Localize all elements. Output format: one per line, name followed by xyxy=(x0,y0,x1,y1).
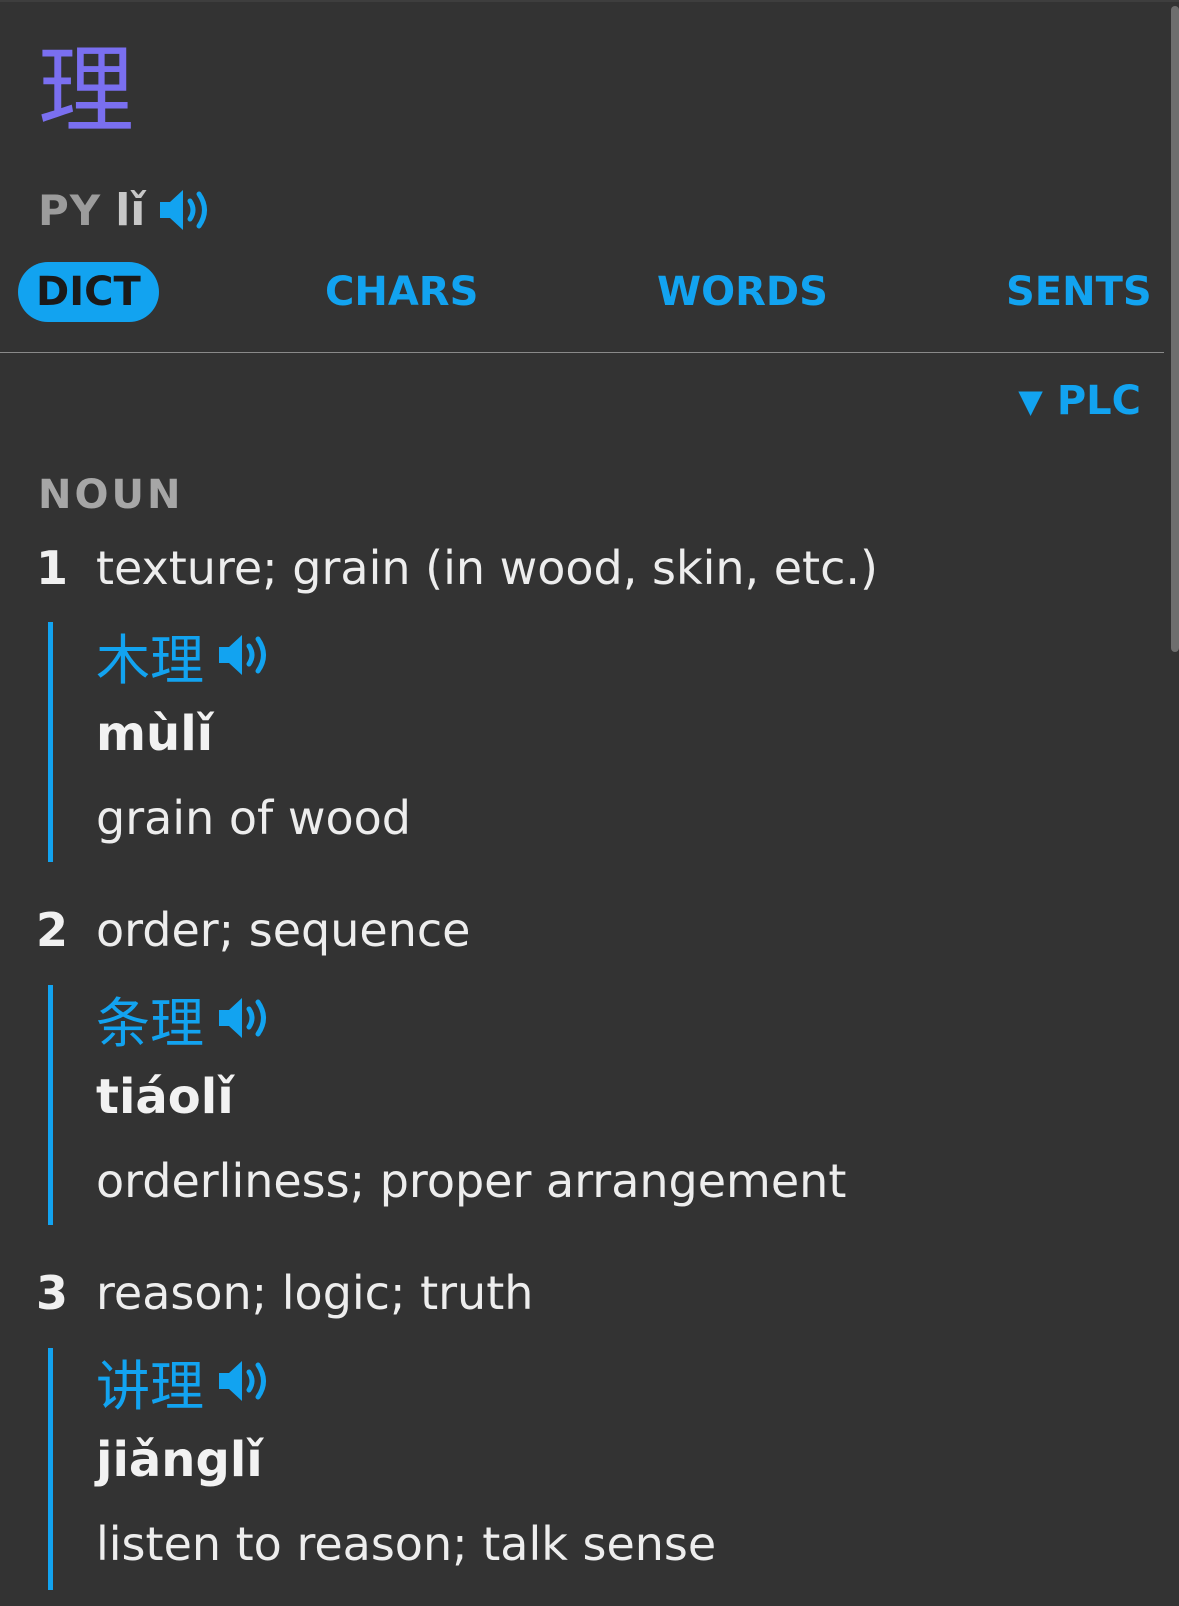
example-block: 木理 mùlǐ grain of wood xyxy=(48,622,1053,862)
example-gloss: grain of wood xyxy=(96,791,411,845)
example-block: 讲理 jiǎnglǐ listen to reason; talk sense xyxy=(48,1348,1053,1590)
example-pinyin: tiáolǐ xyxy=(96,1069,234,1125)
headword: 理 xyxy=(38,35,134,147)
scrollbar[interactable] xyxy=(1171,6,1179,652)
source-toggle[interactable]: ▼ PLC xyxy=(1018,378,1141,424)
example-pinyin: jiǎnglǐ xyxy=(96,1432,263,1488)
top-edge xyxy=(0,0,1179,2)
example-hanzi[interactable]: 讲理 xyxy=(96,1342,204,1421)
sense-number: 3 xyxy=(36,1266,69,1320)
tab-sents[interactable]: SENTS xyxy=(1006,262,1152,322)
example-hanzi[interactable]: 条理 xyxy=(96,979,204,1058)
tab-divider xyxy=(0,352,1164,353)
tab-bar: DICT CHARS WORDS SENTS xyxy=(0,262,1162,322)
speaker-icon[interactable] xyxy=(216,993,274,1043)
example-hanzi[interactable]: 木理 xyxy=(96,616,204,695)
example-pinyin: mùlǐ xyxy=(96,706,214,762)
pinyin-value: lǐ xyxy=(115,184,146,236)
triangle-down-icon: ▼ xyxy=(1018,382,1043,420)
tab-chars[interactable]: CHARS xyxy=(325,262,478,322)
example-hanzi-row: 讲理 xyxy=(96,1348,274,1418)
sense-definition: reason; logic; truth xyxy=(96,1266,534,1320)
speaker-icon[interactable] xyxy=(216,630,274,680)
tab-words[interactable]: WORDS xyxy=(657,262,828,322)
example-hanzi-row: 条理 xyxy=(96,985,274,1055)
part-of-speech: NOUN xyxy=(38,472,184,518)
source-toggle-label: PLC xyxy=(1056,378,1141,424)
sense-definition: texture; grain (in wood, skin, etc.) xyxy=(96,541,878,595)
speaker-icon[interactable] xyxy=(216,1356,274,1406)
sense-number: 2 xyxy=(36,903,69,957)
example-block: 条理 tiáolǐ orderliness; proper arrangemen… xyxy=(48,985,1053,1225)
example-hanzi-row: 木理 xyxy=(96,622,274,692)
example-gloss: listen to reason; talk sense xyxy=(96,1517,717,1571)
sense-number: 1 xyxy=(36,541,69,595)
example-gloss: orderliness; proper arrangement xyxy=(96,1154,847,1208)
speaker-icon[interactable] xyxy=(157,185,215,235)
sense-definition: order; sequence xyxy=(96,903,471,957)
pinyin-label: PY xyxy=(38,185,102,235)
tab-dict[interactable]: DICT xyxy=(18,262,159,322)
pinyin-row: PY lǐ xyxy=(38,180,215,240)
